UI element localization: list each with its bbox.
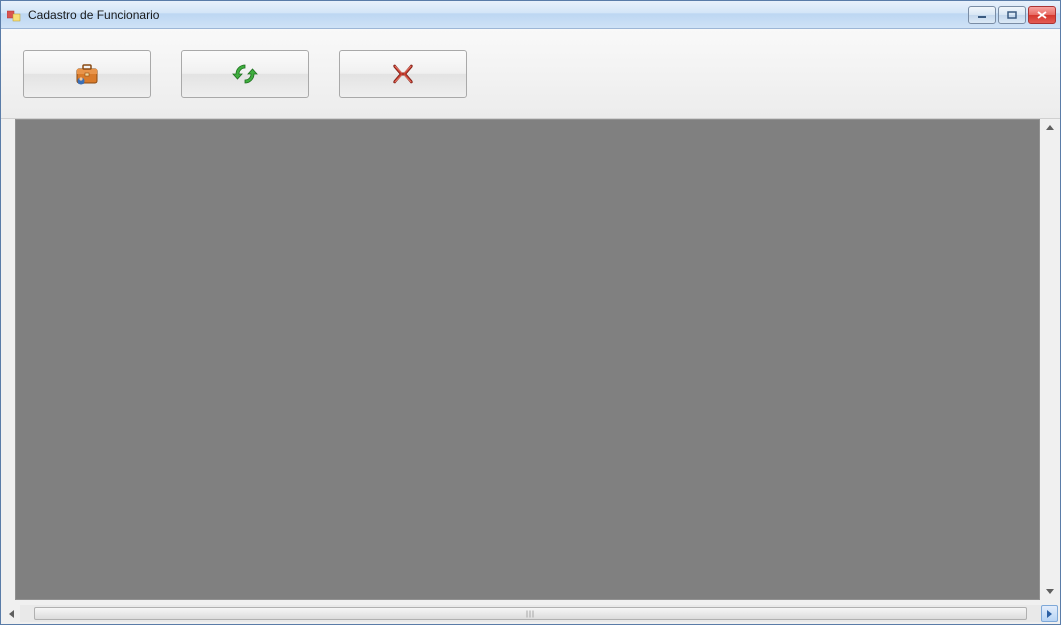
- close-icon: [1037, 11, 1047, 19]
- chevron-left-icon: [9, 610, 14, 618]
- client-area: [1, 29, 1060, 624]
- delete-button[interactable]: [339, 50, 467, 98]
- window-title: Cadastro de Funcionario: [28, 8, 968, 22]
- vertical-scroll-track[interactable]: [1041, 136, 1058, 583]
- scroll-down-button[interactable]: [1041, 583, 1058, 600]
- chevron-down-icon: [1046, 589, 1054, 594]
- toolbar: [1, 29, 1060, 119]
- briefcase-user-icon: [73, 61, 101, 87]
- scroll-up-button[interactable]: [1041, 119, 1058, 136]
- refresh-button[interactable]: [181, 50, 309, 98]
- horizontal-scrollbar[interactable]: [3, 605, 1058, 622]
- form-panel: [1, 29, 1060, 624]
- close-button[interactable]: [1028, 6, 1056, 24]
- horizontal-scroll-thumb[interactable]: [34, 607, 1027, 620]
- titlebar: Cadastro de Funcionario: [1, 1, 1060, 29]
- chevron-up-icon: [1046, 125, 1054, 130]
- horizontal-scroll-track[interactable]: [20, 605, 1041, 622]
- scroll-right-button[interactable]: [1041, 605, 1058, 622]
- maximize-button[interactable]: [998, 6, 1026, 24]
- refresh-icon: [232, 61, 258, 87]
- app-icon: [7, 7, 23, 23]
- minimize-icon: [977, 11, 987, 19]
- chevron-right-icon: [1047, 610, 1052, 618]
- window-controls: [968, 6, 1056, 24]
- delete-x-icon: [390, 61, 416, 87]
- maximize-icon: [1007, 11, 1017, 19]
- scroll-left-button[interactable]: [3, 605, 20, 622]
- minimize-button[interactable]: [968, 6, 996, 24]
- vertical-scrollbar[interactable]: [1041, 119, 1058, 600]
- data-grid[interactable]: [15, 119, 1040, 600]
- add-employee-button[interactable]: [23, 50, 151, 98]
